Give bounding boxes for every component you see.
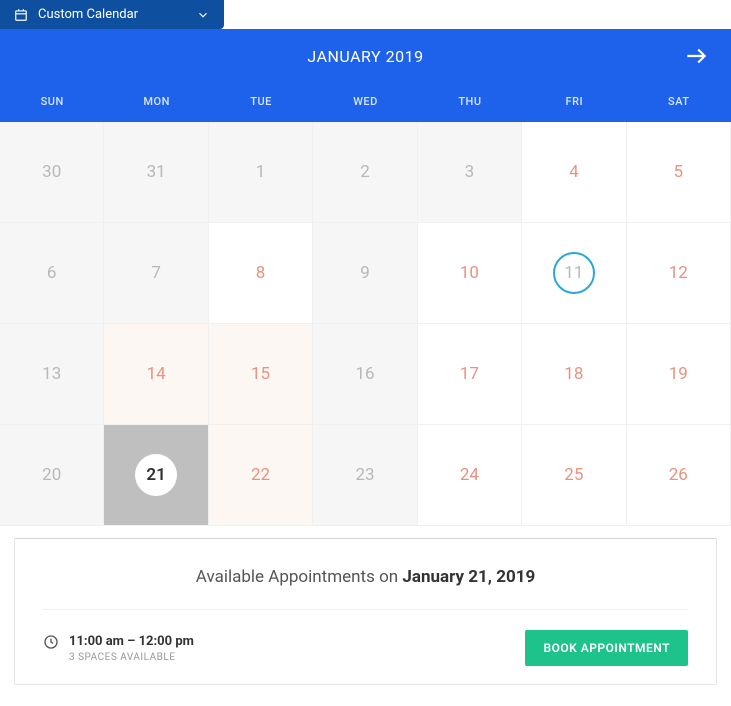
day-number: 10: [460, 263, 479, 283]
appointments-title: Available Appointments on January 21, 20…: [43, 567, 688, 610]
day-number: 24: [460, 465, 479, 485]
calendar-day[interactable]: 9: [313, 223, 417, 324]
chevron-down-icon: [196, 8, 210, 22]
slot-availability: 3 SPACES AVAILABLE: [69, 652, 194, 663]
day-number: 19: [669, 364, 688, 384]
calendar-day[interactable]: 6: [0, 223, 104, 324]
calendar-day[interactable]: 15: [209, 324, 313, 425]
calendar-day[interactable]: 23: [313, 425, 417, 526]
day-number: 4: [569, 162, 579, 182]
calendar-dropdown[interactable]: Custom Calendar: [0, 0, 224, 29]
calendar-day[interactable]: 12: [627, 223, 731, 324]
calendar-day[interactable]: 18: [522, 324, 626, 425]
dow-cell: MON: [104, 83, 208, 122]
day-of-week-row: SUNMONTUEWEDTHUFRISAT: [0, 83, 731, 122]
calendar-day[interactable]: 8: [209, 223, 313, 324]
calendar-day[interactable]: 24: [418, 425, 522, 526]
appointments-panel: Available Appointments on January 21, 20…: [14, 538, 717, 685]
day-number: 5: [674, 162, 684, 182]
dow-cell: THU: [418, 83, 522, 122]
clock-icon: [43, 634, 59, 650]
calendar-day[interactable]: 17: [418, 324, 522, 425]
day-number: 8: [256, 263, 266, 283]
day-number: 6: [47, 263, 57, 283]
calendar-day[interactable]: 21: [104, 425, 208, 526]
calendar-day[interactable]: 26: [627, 425, 731, 526]
day-number: 7: [151, 263, 161, 283]
day-number: 23: [355, 465, 374, 485]
calendar-day[interactable]: 19: [627, 324, 731, 425]
day-number: 30: [42, 162, 61, 182]
calendar-day[interactable]: 31: [104, 122, 208, 223]
day-number: 13: [42, 364, 61, 384]
book-appointment-button[interactable]: BOOK APPOINTMENT: [525, 630, 688, 666]
slot-time: 11:00 am – 12:00 pm: [69, 634, 194, 649]
calendar-grid: 3031123456789101112131415161718192021222…: [0, 122, 731, 526]
calendar-day[interactable]: 5: [627, 122, 731, 223]
calendar-day[interactable]: 4: [522, 122, 626, 223]
calendar-day[interactable]: 13: [0, 324, 104, 425]
calendar-day[interactable]: 16: [313, 324, 417, 425]
calendar-day[interactable]: 22: [209, 425, 313, 526]
day-number: 1: [256, 162, 266, 182]
slot-row: 11:00 am – 12:00 pm 3 SPACES AVAILABLE B…: [43, 610, 688, 666]
day-number: 3: [465, 162, 475, 182]
dow-cell: SUN: [0, 83, 104, 122]
calendar-day[interactable]: 2: [313, 122, 417, 223]
calendar-day[interactable]: 25: [522, 425, 626, 526]
day-number: 12: [669, 263, 688, 283]
appointments-title-prefix: Available Appointments on: [196, 567, 403, 587]
dow-cell: WED: [313, 83, 417, 122]
day-number: 15: [251, 364, 270, 384]
calendar-day[interactable]: 7: [104, 223, 208, 324]
appointments-title-date: January 21, 2019: [402, 567, 535, 587]
calendar-icon: [14, 8, 28, 22]
day-number: 26: [669, 465, 688, 485]
dow-cell: SAT: [627, 83, 731, 122]
day-number: 2: [360, 162, 370, 182]
dropdown-label: Custom Calendar: [38, 7, 138, 22]
next-month-button[interactable]: [683, 43, 709, 69]
day-number: 11: [553, 252, 595, 294]
calendar-day[interactable]: 10: [418, 223, 522, 324]
day-number: 14: [147, 364, 166, 384]
calendar-day[interactable]: 20: [0, 425, 104, 526]
dow-cell: TUE: [209, 83, 313, 122]
day-number: 18: [564, 364, 583, 384]
calendar-day[interactable]: 14: [104, 324, 208, 425]
calendar-day[interactable]: 11: [522, 223, 626, 324]
month-title: JANUARY 2019: [307, 47, 423, 66]
day-number: 16: [355, 364, 374, 384]
calendar-day[interactable]: 30: [0, 122, 104, 223]
calendar-day[interactable]: 1: [209, 122, 313, 223]
day-number: 25: [564, 465, 583, 485]
day-number: 20: [42, 465, 61, 485]
day-number: 21: [135, 454, 177, 496]
month-header: JANUARY 2019: [0, 29, 731, 83]
dow-cell: FRI: [522, 83, 626, 122]
day-number: 31: [147, 162, 166, 182]
day-number: 22: [251, 465, 270, 485]
calendar: JANUARY 2019 SUNMONTUEWEDTHUFRISAT 30311…: [0, 29, 731, 526]
day-number: 17: [460, 364, 479, 384]
day-number: 9: [360, 263, 370, 283]
calendar-day[interactable]: 3: [418, 122, 522, 223]
